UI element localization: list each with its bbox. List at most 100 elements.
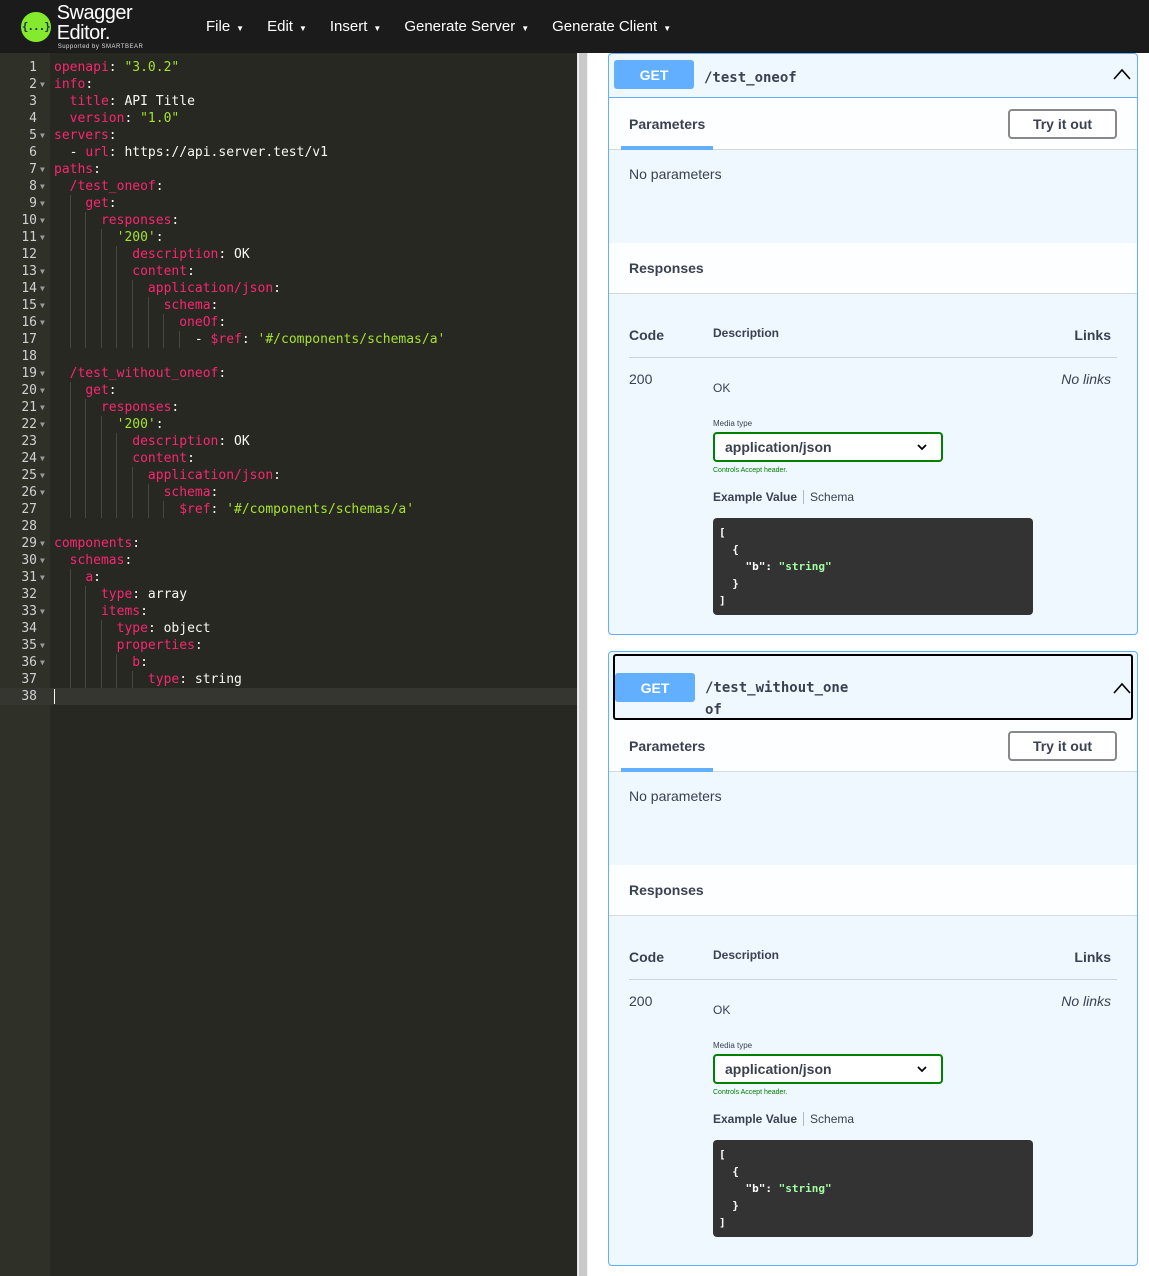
code-line[interactable]: 26 ▼ schema: xyxy=(0,484,577,501)
fold-arrow-icon[interactable]: ▼ xyxy=(40,467,45,484)
code-text: application/json: xyxy=(54,280,281,297)
editor-scrollbar-thumb[interactable] xyxy=(579,53,587,1276)
code-line[interactable]: 11 ▼ '200': xyxy=(0,229,577,246)
fold-arrow-icon[interactable]: ▼ xyxy=(40,212,45,229)
code-line[interactable]: 37 type: string xyxy=(0,671,577,688)
tab-parameters[interactable]: Parameters xyxy=(629,116,705,132)
code-line[interactable]: 17 - $ref: '#/components/schemas/a' xyxy=(0,331,577,348)
code-line[interactable]: 16 ▼ oneOf: xyxy=(0,314,577,331)
fold-arrow-icon[interactable]: ▼ xyxy=(40,365,45,382)
fold-arrow-icon[interactable]: ▼ xyxy=(40,127,45,144)
chevron-up-icon[interactable] xyxy=(1113,67,1131,81)
code-line[interactable]: 10 ▼ responses: xyxy=(0,212,577,229)
code-line[interactable]: 21 ▼ responses: xyxy=(0,399,577,416)
line-number: 5 xyxy=(29,128,37,143)
fold-arrow-icon[interactable]: ▼ xyxy=(40,229,45,246)
chevron-up-icon[interactable] xyxy=(1113,681,1131,695)
fold-arrow-icon[interactable]: ▼ xyxy=(40,195,45,212)
fold-arrow-icon[interactable]: ▼ xyxy=(40,178,45,195)
code-line[interactable]: 15 ▼ schema: xyxy=(0,297,577,314)
code-line[interactable]: 35 ▼ properties: xyxy=(0,637,577,654)
operation-summary[interactable]: GET /test_without_oneof xyxy=(613,654,1133,720)
fold-arrow-icon[interactable]: ▼ xyxy=(40,450,45,467)
code-line[interactable]: 33 ▼ items: xyxy=(0,603,577,620)
menu-generate-client[interactable]: Generate Client ▼ xyxy=(552,18,671,35)
fold-arrow-icon[interactable]: ▼ xyxy=(40,263,45,280)
code-line[interactable]: 36 ▼ b: xyxy=(0,654,577,671)
code-line[interactable]: 1 openapi: "3.0.2" xyxy=(0,59,577,76)
code-line[interactable]: 9 ▼ get: xyxy=(0,195,577,212)
code-line[interactable]: 14 ▼ application/json: xyxy=(0,280,577,297)
fold-arrow-icon[interactable]: ▼ xyxy=(40,161,45,178)
fold-arrow-icon[interactable]: ▼ xyxy=(40,569,45,586)
code-line[interactable]: 24 ▼ content: xyxy=(0,450,577,467)
code-text: content: xyxy=(54,450,195,467)
fold-arrow-icon[interactable]: ▼ xyxy=(40,484,45,501)
menu-file[interactable]: File ▼ xyxy=(206,18,244,35)
code-line[interactable]: 2 ▼ info: xyxy=(0,76,577,93)
tab-schema[interactable]: Schema xyxy=(804,490,854,504)
media-type-select[interactable]: application/json xyxy=(713,432,943,462)
tab-example-value[interactable]: Example Value xyxy=(713,1112,805,1126)
code-line[interactable]: 38 xyxy=(0,688,577,705)
fold-arrow-icon[interactable]: ▼ xyxy=(40,603,45,620)
fold-arrow-icon[interactable]: ▼ xyxy=(40,314,45,331)
tab-active-indicator xyxy=(621,768,713,772)
menu-generate-server[interactable]: Generate Server ▼ xyxy=(404,18,529,35)
indent-guide xyxy=(85,603,87,620)
code-line[interactable]: 32 type: array xyxy=(0,586,577,603)
fold-arrow-icon[interactable]: ▼ xyxy=(40,637,45,654)
fold-arrow-icon[interactable]: ▼ xyxy=(40,382,45,399)
fold-arrow-icon[interactable]: ▼ xyxy=(40,552,45,569)
tab-parameters[interactable]: Parameters xyxy=(629,738,705,754)
fold-arrow-icon[interactable]: ▼ xyxy=(40,416,45,433)
tab-active-indicator xyxy=(621,146,713,150)
code-line[interactable]: 25 ▼ application/json: xyxy=(0,467,577,484)
code-line[interactable]: 12 description: OK xyxy=(0,246,577,263)
try-it-out-button[interactable]: Try it out xyxy=(1008,109,1117,139)
fold-arrow-icon[interactable]: ▼ xyxy=(40,399,45,416)
code-line[interactable]: 8 ▼ /test_oneof: xyxy=(0,178,577,195)
code-line[interactable]: 27 $ref: '#/components/schemas/a' xyxy=(0,501,577,518)
tab-example-value[interactable]: Example Value xyxy=(713,490,805,504)
code-line[interactable]: 28 xyxy=(0,518,577,535)
code-line[interactable]: 23 description: OK xyxy=(0,433,577,450)
code-line[interactable]: 30 ▼ schemas: xyxy=(0,552,577,569)
code-line[interactable]: 18 xyxy=(0,348,577,365)
code-line[interactable]: 5 ▼ servers: xyxy=(0,127,577,144)
indent-guide xyxy=(69,484,71,501)
code-line[interactable]: 29 ▼ components: xyxy=(0,535,577,552)
fold-arrow-icon[interactable]: ▼ xyxy=(40,654,45,671)
line-number: 11 xyxy=(21,230,37,245)
yaml-editor[interactable]: 1 openapi: "3.0.2" 2 ▼ info: 3 title: API Tit… xyxy=(0,53,577,1276)
menu-insert[interactable]: Insert ▼ xyxy=(330,18,381,35)
code-token: : xyxy=(155,230,164,245)
media-type-select[interactable]: application/json xyxy=(713,1054,943,1084)
caret-down-icon: ▼ xyxy=(373,23,382,33)
fold-arrow-icon[interactable]: ▼ xyxy=(40,76,45,93)
code-line[interactable]: 6 - url: https://api.server.test/v1 xyxy=(0,144,577,161)
fold-arrow-icon[interactable]: ▼ xyxy=(40,535,45,552)
code-line[interactable]: 20 ▼ get: xyxy=(0,382,577,399)
code-line[interactable]: 31 ▼ a: xyxy=(0,569,577,586)
code-line[interactable]: 13 ▼ content: xyxy=(0,263,577,280)
code-line[interactable]: 22 ▼ '200': xyxy=(0,416,577,433)
tab-schema[interactable]: Schema xyxy=(804,1112,854,1126)
code-token: title xyxy=(69,94,109,109)
indent-guide xyxy=(100,467,102,484)
operation-summary[interactable]: GET /test_oneof xyxy=(609,54,1137,98)
code-line[interactable]: 3 title: API Title xyxy=(0,93,577,110)
indent-guide xyxy=(69,212,71,229)
code-text: /test_oneof: xyxy=(54,178,164,195)
code-text: components: xyxy=(54,535,140,552)
code-token: : OK xyxy=(218,434,250,449)
code-line[interactable]: 4 version: "1.0" xyxy=(0,110,577,127)
fold-arrow-icon[interactable]: ▼ xyxy=(40,297,45,314)
fold-arrow-icon[interactable]: ▼ xyxy=(40,280,45,297)
try-it-out-button[interactable]: Try it out xyxy=(1008,731,1117,761)
code-line[interactable]: 19 ▼ /test_without_oneof: xyxy=(0,365,577,382)
swagger-logo[interactable]: {...} Swagger Editor. Supported by SMART… xyxy=(21,3,189,50)
code-line[interactable]: 7 ▼ paths: xyxy=(0,161,577,178)
menu-edit[interactable]: Edit ▼ xyxy=(267,18,307,35)
code-line[interactable]: 34 type: object xyxy=(0,620,577,637)
